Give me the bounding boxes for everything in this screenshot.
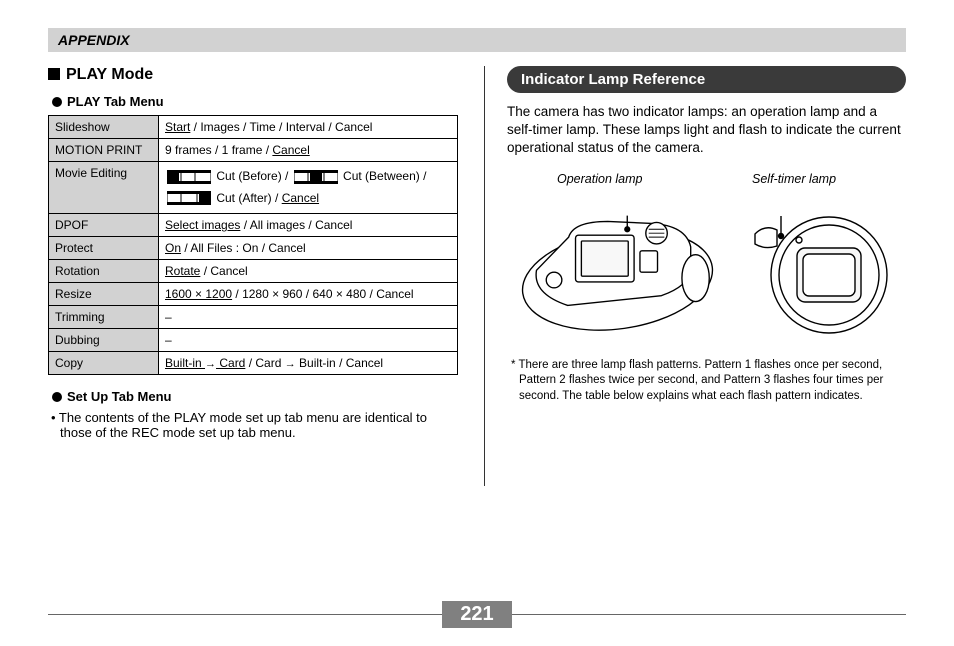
filmstrip-icon [294, 170, 338, 184]
row-value: Cut (Before) / Cut (Between) / Cut (Afte… [159, 162, 458, 214]
indicator-paragraph: The camera has two indicator lamps: an o… [507, 103, 906, 158]
row-label: Protect [49, 237, 159, 260]
camera-front-illustration [747, 200, 897, 340]
row-value: 1600 × 1200 / 1280 × 960 / 640 × 480 / C… [159, 283, 458, 306]
row-label: Movie Editing [49, 162, 159, 214]
column-divider [484, 66, 485, 486]
page-footer: 221 [48, 601, 906, 628]
table-row: Rotation Rotate / Cancel [49, 260, 458, 283]
play-mode-heading: PLAY Mode [48, 66, 458, 84]
row-label: Copy [49, 352, 159, 375]
arrow-right-icon: → [285, 358, 296, 370]
filmstrip-icon [167, 191, 211, 205]
indicator-lamp-heading: Indicator Lamp Reference [507, 66, 906, 93]
footer-rule [512, 614, 906, 615]
row-label: DPOF [49, 214, 159, 237]
setup-tab-menu-heading: Set Up Tab Menu [52, 389, 458, 404]
row-label: Resize [49, 283, 159, 306]
page-number: 221 [442, 601, 511, 628]
filmstrip-icon [167, 170, 211, 184]
table-row: Copy Built-in → Card / Card → Built-in /… [49, 352, 458, 375]
table-row: Slideshow Start / Images / Time / Interv… [49, 116, 458, 139]
row-value: Select images / All images / Cancel [159, 214, 458, 237]
camera-diagram: Operation lamp Self-timer lamp [507, 172, 906, 352]
row-value: Start / Images / Time / Interval / Cance… [159, 116, 458, 139]
row-value: 9 frames / 1 frame / Cancel [159, 139, 458, 162]
row-label: Dubbing [49, 329, 159, 352]
arrow-right-icon: → [205, 358, 216, 370]
operation-lamp-label: Operation lamp [557, 172, 642, 186]
appendix-header: APPENDIX [48, 28, 906, 52]
row-label: Slideshow [49, 116, 159, 139]
row-label: Rotation [49, 260, 159, 283]
selftimer-lamp-label: Self-timer lamp [752, 172, 836, 186]
table-row: MOTION PRINT 9 frames / 1 frame / Cancel [49, 139, 458, 162]
play-tab-menu-table: Slideshow Start / Images / Time / Interv… [48, 115, 458, 375]
camera-back-illustration [515, 200, 720, 337]
row-value: On / All Files : On / Cancel [159, 237, 458, 260]
row-value: – [159, 306, 458, 329]
left-column: PLAY Mode PLAY Tab Menu Slideshow Start … [48, 66, 458, 486]
row-label: Trimming [49, 306, 159, 329]
table-row: DPOF Select images / All images / Cancel [49, 214, 458, 237]
table-row: Movie Editing Cut (Before) / Cut (Betwee… [49, 162, 458, 214]
table-row: Resize 1600 × 1200 / 1280 × 960 / 640 × … [49, 283, 458, 306]
footer-rule [48, 614, 442, 615]
table-row: Protect On / All Files : On / Cancel [49, 237, 458, 260]
row-value: – [159, 329, 458, 352]
play-tab-menu-heading: PLAY Tab Menu [52, 94, 458, 109]
row-label: MOTION PRINT [49, 139, 159, 162]
row-value: Rotate / Cancel [159, 260, 458, 283]
setup-note: • The contents of the PLAY mode set up t… [48, 410, 458, 440]
lamp-footnote: * There are three lamp flash patterns. P… [507, 358, 906, 405]
right-column: Indicator Lamp Reference The camera has … [507, 66, 906, 486]
row-value: Built-in → Card / Card → Built-in / Canc… [159, 352, 458, 375]
table-row: Trimming – [49, 306, 458, 329]
table-row: Dubbing – [49, 329, 458, 352]
